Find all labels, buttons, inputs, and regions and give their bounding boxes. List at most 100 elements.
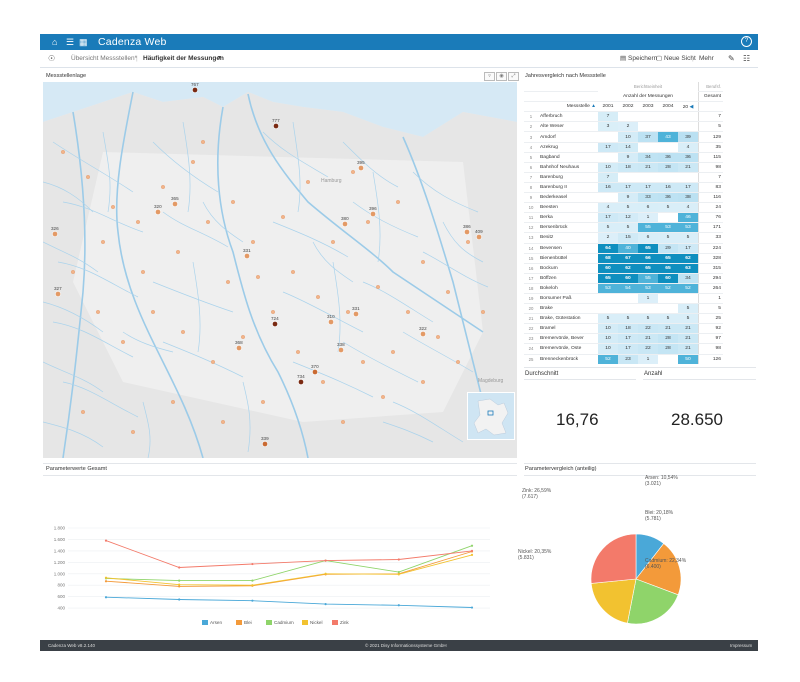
station-name[interactable]: Brake [538, 303, 598, 315]
line-chart[interactable]: 02004006008001.0001.2001.4001.6001.8002.… [40, 484, 520, 614]
table-row[interactable]: 11 Berka 17 12 1 46 76 [524, 212, 723, 224]
data-point[interactable] [104, 539, 108, 542]
table-row[interactable]: 20 Brake 5 5 [524, 303, 723, 315]
table-row[interactable]: 5 Bagband 9 34 36 36 115 [524, 152, 723, 163]
table-row[interactable]: 8 Barenburg II 16 17 17 16 17 83 [524, 182, 723, 194]
table-row[interactable]: 3 Amdorf 10 37 43 39 129 [524, 131, 723, 143]
more-button[interactable]: Mehr [699, 50, 714, 67]
column-header-station[interactable]: Messstelle ▲ [538, 101, 598, 113]
layers-icon[interactable]: ◉ [496, 72, 507, 81]
station-marker[interactable] [272, 321, 278, 327]
data-point[interactable] [470, 549, 474, 552]
data-point[interactable] [251, 579, 254, 582]
table-row[interactable]: 10 Beesten 4 5 6 5 4 24 [524, 202, 723, 214]
data-point[interactable] [397, 558, 400, 561]
station-name[interactable]: Bahnhof Neuhaus [538, 162, 598, 173]
series-line-arsen[interactable] [105, 596, 473, 608]
menu-icon[interactable]: ☰ [66, 36, 74, 48]
data-point[interactable] [251, 584, 254, 587]
column-header-year[interactable]: 2003 [638, 101, 658, 113]
chevron-down-icon[interactable]: ▾ [218, 50, 221, 67]
pie-slice-zink[interactable] [590, 533, 637, 584]
table-row[interactable]: 6 Bahnhof Neuhaus 10 18 21 28 21 98 [524, 162, 723, 173]
station-marker[interactable] [262, 441, 268, 447]
table-row[interactable]: 2 Alte Weser 3 2 5 [524, 121, 723, 133]
station-name[interactable]: Bockum [538, 263, 598, 274]
save-button[interactable]: Speichern [628, 50, 657, 67]
station-marker[interactable] [55, 291, 61, 297]
table-row[interactable]: 15 Bienenbüttel 68 67 66 65 62 328 [524, 253, 723, 264]
data-point[interactable] [324, 603, 327, 606]
target-icon[interactable]: ☉ [48, 50, 55, 67]
column-header-year[interactable]: 2001 [598, 101, 618, 113]
home-icon[interactable]: ⌂ [52, 36, 57, 48]
data-point[interactable] [470, 553, 474, 556]
data-point[interactable] [251, 562, 254, 566]
imprint-link[interactable]: Impressum [730, 640, 752, 651]
table-row[interactable]: 23 Bremervörde, Bever 10 17 21 28 21 97 [524, 333, 723, 345]
station-name[interactable]: Alte Weser [538, 121, 598, 133]
series-line-blei[interactable] [105, 551, 473, 587]
data-point[interactable] [324, 559, 327, 562]
station-name[interactable]: Böffzen [538, 273, 598, 284]
edit-icon[interactable]: ✎ [728, 50, 735, 67]
table-row[interactable]: 9 Bederkeasel 9 33 36 38 116 [524, 192, 723, 204]
table-row[interactable]: 18 Bokeloh 53 54 53 52 52 264 [524, 283, 723, 294]
series-line-zink[interactable] [105, 540, 473, 568]
breadcrumb-overview[interactable]: Übersicht Messstellen* [71, 50, 137, 67]
data-point[interactable] [178, 598, 181, 601]
station-name[interactable]: Berka [538, 212, 598, 224]
station-name[interactable]: Besitz [538, 232, 598, 244]
table-row[interactable]: 14 Bevensen 64 40 65 29 17 224 [524, 243, 723, 254]
station-marker[interactable] [244, 253, 250, 259]
data-point[interactable] [470, 606, 474, 609]
station-marker[interactable] [312, 369, 318, 375]
table-row[interactable]: 4 Azekrug 17 14 4 35 [524, 142, 723, 153]
station-name[interactable]: Bramel [538, 323, 598, 335]
station-name[interactable]: Brake, Gütestation [538, 313, 598, 325]
breadcrumb-current[interactable]: Häufigkeit der Messungen [143, 50, 224, 67]
table-row[interactable]: 24 Bremervörde, Oste 10 17 22 28 21 98 [524, 343, 723, 355]
map-view[interactable]: Hamburg Magdeburg 767 777 395 320 365 326 380 3… [43, 82, 517, 458]
station-name[interactable]: Bremervörde, Bever [538, 333, 598, 345]
station-name[interactable]: Barenburg [538, 172, 598, 183]
station-marker[interactable] [52, 231, 58, 237]
data-point[interactable] [104, 596, 108, 599]
legend-item-cadmium[interactable]: Cadmium [266, 620, 294, 626]
station-marker[interactable] [420, 331, 426, 337]
scroll-left-icon[interactable]: ◀ [690, 105, 694, 110]
data-point[interactable] [178, 566, 181, 569]
station-name[interactable]: Bersenbrück [538, 222, 598, 234]
station-name[interactable]: Barenburg II [538, 182, 598, 194]
table-row[interactable]: 17 Böffzen 65 60 55 60 34 294 [524, 273, 723, 284]
station-name[interactable]: Bokeloh [538, 283, 598, 294]
map-icon[interactable]: ▦ [79, 36, 88, 48]
series-line-nickel[interactable] [105, 554, 473, 586]
station-marker[interactable] [370, 211, 376, 217]
help-circle-icon[interactable]: ? [741, 36, 752, 47]
new-view-icon[interactable]: ▢ [656, 50, 662, 67]
station-marker[interactable] [476, 234, 482, 240]
data-point[interactable] [324, 572, 327, 575]
table-row[interactable]: 25 Brenneckenbrück 52 23 1 50 126 [524, 354, 723, 364]
table-row[interactable]: 21 Brake, Gütestation 5 5 5 5 5 25 [524, 313, 723, 325]
station-marker[interactable] [192, 87, 198, 93]
table-row[interactable]: 1 Afferbruch 7 7 [524, 111, 723, 123]
data-point[interactable] [104, 580, 108, 583]
legend-item-arsen[interactable]: Arsen [202, 620, 222, 626]
data-point[interactable] [104, 576, 108, 579]
data-point[interactable] [178, 579, 181, 582]
station-marker[interactable] [358, 165, 364, 171]
table-row[interactable]: 19 Borsumer Paß 1 1 [524, 293, 723, 305]
station-name[interactable]: Brenneckenbrück [538, 354, 598, 364]
station-name[interactable]: Afferbruch [538, 111, 598, 123]
legend-item-blei[interactable]: Blei [236, 620, 252, 626]
data-point[interactable] [470, 544, 474, 547]
data-point[interactable] [397, 570, 400, 574]
station-name[interactable]: Beesten [538, 202, 598, 214]
station-name[interactable]: Borsumer Paß [538, 293, 598, 305]
legend-item-nickel[interactable]: Nickel [302, 620, 323, 626]
station-marker[interactable] [155, 209, 161, 215]
column-header-year[interactable]: 2002 [618, 101, 638, 113]
data-point[interactable] [397, 573, 400, 576]
